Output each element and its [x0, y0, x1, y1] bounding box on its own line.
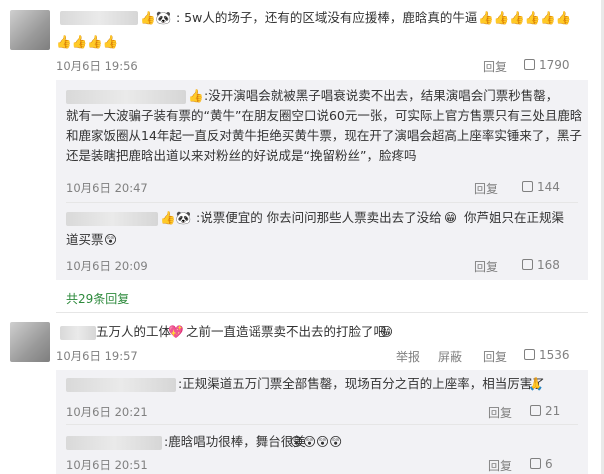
reply-time: 10月6日 20:47 — [66, 181, 148, 195]
like-button[interactable]: 1790 — [524, 58, 570, 72]
thumbs-emoji-row: 👍👍👍👍 — [56, 34, 119, 49]
like-count: 1790 — [539, 58, 570, 72]
reply-text: 你芦姐只在正规渠 — [464, 210, 565, 225]
heart-emoji: 💖 — [168, 324, 184, 339]
reply-button[interactable]: 回复 — [488, 457, 512, 474]
divider — [66, 424, 578, 425]
thumbs-up-icon — [524, 349, 535, 360]
grin-emoji: 😁 — [444, 210, 458, 225]
reply-text: :说票便宜的 你去问问那些人票卖出去了没给 — [196, 210, 442, 225]
divider — [66, 202, 578, 203]
comment-text: 之前一直造谣票卖不出去的打脸了吧 — [186, 324, 387, 339]
report-button[interactable]: 举报 — [396, 348, 420, 365]
like-button[interactable]: 21 — [530, 404, 560, 418]
reply-text: :正规渠道五万门票全部售罄，现场百分之百的上座率，相当厉害了 — [178, 376, 545, 391]
user-badge-icons: 👍🐼 — [140, 10, 172, 25]
block-button[interactable]: 屏蔽 — [438, 348, 462, 365]
comment-text: 五万人的工体 — [96, 324, 172, 339]
username-blurred[interactable] — [60, 11, 138, 25]
like-button[interactable]: 1536 — [524, 348, 570, 362]
divider — [56, 312, 588, 313]
thumbs-up-icon — [522, 181, 533, 192]
reply-text: 和鹿家饭圈从14年起一直反对黄牛拒绝买黄牛票，现在开了演唱会超高上座率实锤来了，… — [66, 128, 582, 143]
reply-button[interactable]: 回复 — [474, 258, 498, 275]
comment-time: 10月6日 19:57 — [56, 349, 138, 363]
thumbs-up-icon — [530, 405, 541, 416]
grin-emoji: 😁 — [380, 324, 394, 339]
reply-button[interactable]: 回复 — [474, 180, 498, 197]
reply-button[interactable]: 回复 — [483, 348, 507, 365]
like-count: 21 — [545, 404, 561, 418]
badge-emoji: 👍🐼 — [160, 210, 192, 225]
thumbs-up-icon — [530, 458, 541, 469]
thumbs-up-icon — [522, 259, 533, 270]
username-blurred[interactable] — [66, 212, 158, 226]
like-count: 1536 — [539, 348, 570, 362]
like-count: 168 — [537, 258, 560, 272]
username-blurred[interactable] — [60, 326, 96, 340]
thumbs-emoji-row: 👍👍👍👍👍👍 — [478, 10, 572, 25]
reply-text: 就有一大波骗子装有票的“黄牛”在朋友圈空口说60元一张，可实际上官方售票只有三处… — [66, 108, 583, 123]
reply-time: 10月6日 20:21 — [66, 405, 148, 419]
reply-button[interactable]: 回复 — [488, 404, 512, 421]
reply-time: 10月6日 20:51 — [66, 458, 148, 472]
like-button[interactable]: 6 — [530, 457, 553, 471]
avatar[interactable] — [10, 322, 50, 362]
reply-button[interactable]: 回复 — [483, 58, 507, 75]
username-blurred[interactable] — [66, 378, 176, 392]
surprised-emoji: 😲 — [104, 232, 118, 247]
view-all-replies-link[interactable]: 共29条回复 — [66, 290, 129, 307]
surprised-emoji-row: 😲😲😲😲 — [290, 434, 343, 449]
reply-text: 还是装瞎把鹿晗出道以来对粉丝的好说成是“挽留粉丝”，脸疼吗 — [66, 148, 417, 163]
reply-text: :没开演唱会就被黑子唱衰说卖不出去，结果演唱会门票秒售罄， — [204, 88, 559, 103]
comment-time: 10月6日 19:56 — [56, 59, 138, 73]
like-count: 144 — [537, 180, 560, 194]
reply-text: 道买票 — [66, 232, 104, 247]
like-button[interactable]: 168 — [522, 258, 560, 272]
like-count: 6 — [545, 457, 553, 471]
username-blurred[interactable] — [66, 436, 162, 450]
badge-emoji: 👍 — [188, 88, 204, 103]
like-button[interactable]: 144 — [522, 180, 560, 194]
username-blurred[interactable] — [66, 90, 186, 104]
reply-text: :鹿晗唱功很棒，舞台很美 — [164, 434, 306, 449]
comment-text: : 5w人的场子，还有的区域没有应援棒，鹿晗真的牛逼 — [176, 10, 478, 25]
reply-time: 10月6日 20:09 — [66, 259, 148, 273]
thumbs-up-icon — [524, 59, 535, 70]
avatar[interactable] — [10, 10, 50, 50]
pray-emoji: 🙏 — [528, 376, 544, 391]
